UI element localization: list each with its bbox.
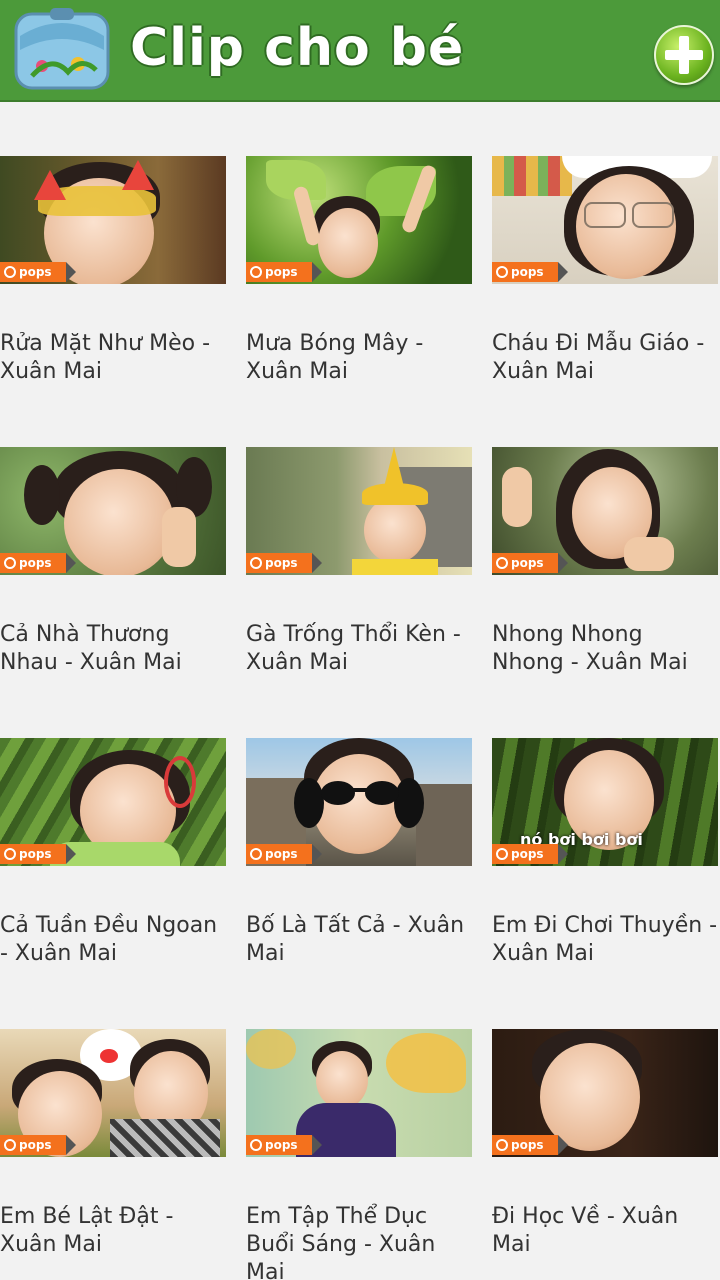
pops-badge-icon: pops — [246, 1135, 312, 1155]
video-title[interactable]: Rửa Mặt Như Mèo - Xuân Mai — [0, 330, 226, 386]
video-thumbnail[interactable]: pops — [0, 738, 226, 866]
pops-badge-icon: pops — [492, 844, 558, 864]
pops-badge-icon: pops — [246, 553, 312, 573]
video-thumbnail[interactable]: pops — [0, 447, 226, 575]
video-thumbnail[interactable]: pops — [492, 447, 718, 575]
pops-badge-icon: pops — [246, 844, 312, 864]
video-title[interactable]: Cháu Đi Mẫu Giáo - Xuân Mai — [492, 330, 718, 386]
video-thumbnail[interactable]: pops — [492, 1029, 718, 1157]
pops-badge-icon: pops — [0, 844, 66, 864]
pops-badge-icon: pops — [492, 1135, 558, 1155]
video-grid: pops Rửa Mặt Như Mèo - Xuân Mai pops Mưa… — [0, 102, 720, 1280]
video-title[interactable]: Đi Học Về - Xuân Mai — [492, 1203, 718, 1259]
video-title[interactable]: Cả Nhà Thương Nhau - Xuân Mai — [0, 621, 226, 677]
pops-badge-icon: pops — [0, 262, 66, 282]
video-thumbnail[interactable]: pops — [246, 156, 472, 284]
video-title[interactable]: Nhong Nhong Nhong - Xuân Mai — [492, 621, 718, 677]
video-thumbnail[interactable]: nó bơi bơi bơi pops — [492, 738, 718, 866]
video-title[interactable]: Em Đi Chơi Thuyền - Xuân Mai — [492, 912, 718, 968]
video-title[interactable]: Bố Là Tất Cả - Xuân Mai — [246, 912, 472, 968]
video-thumbnail[interactable]: pops — [0, 1029, 226, 1157]
pops-badge-icon: pops — [492, 262, 558, 282]
video-title[interactable]: Em Bé Lật Đật - Xuân Mai — [0, 1203, 226, 1259]
video-title[interactable]: Mưa Bóng Mây - Xuân Mai — [246, 330, 472, 386]
pops-badge-icon: pops — [492, 553, 558, 573]
video-title[interactable]: Gà Trống Thổi Kèn - Xuân Mai — [246, 621, 472, 677]
video-thumbnail[interactable]: pops — [246, 1029, 472, 1157]
app-bar: Clip cho bé — [0, 0, 720, 102]
video-title[interactable]: Em Tập Thể Dục Buổi Sáng - Xuân Mai — [246, 1203, 472, 1280]
backpack-logo-icon — [14, 8, 110, 90]
add-button[interactable] — [654, 25, 714, 85]
video-thumbnail[interactable]: pops — [492, 156, 718, 284]
pops-badge-icon: pops — [0, 1135, 66, 1155]
video-title[interactable]: Cả Tuần Đều Ngoan - Xuân Mai — [0, 912, 226, 968]
pops-badge-icon: pops — [246, 262, 312, 282]
video-thumbnail[interactable]: pops — [0, 156, 226, 284]
pops-badge-icon: pops — [0, 553, 66, 573]
video-thumbnail[interactable]: pops — [246, 447, 472, 575]
app-title: Clip cho bé — [130, 18, 465, 78]
video-thumbnail[interactable]: pops — [246, 738, 472, 866]
